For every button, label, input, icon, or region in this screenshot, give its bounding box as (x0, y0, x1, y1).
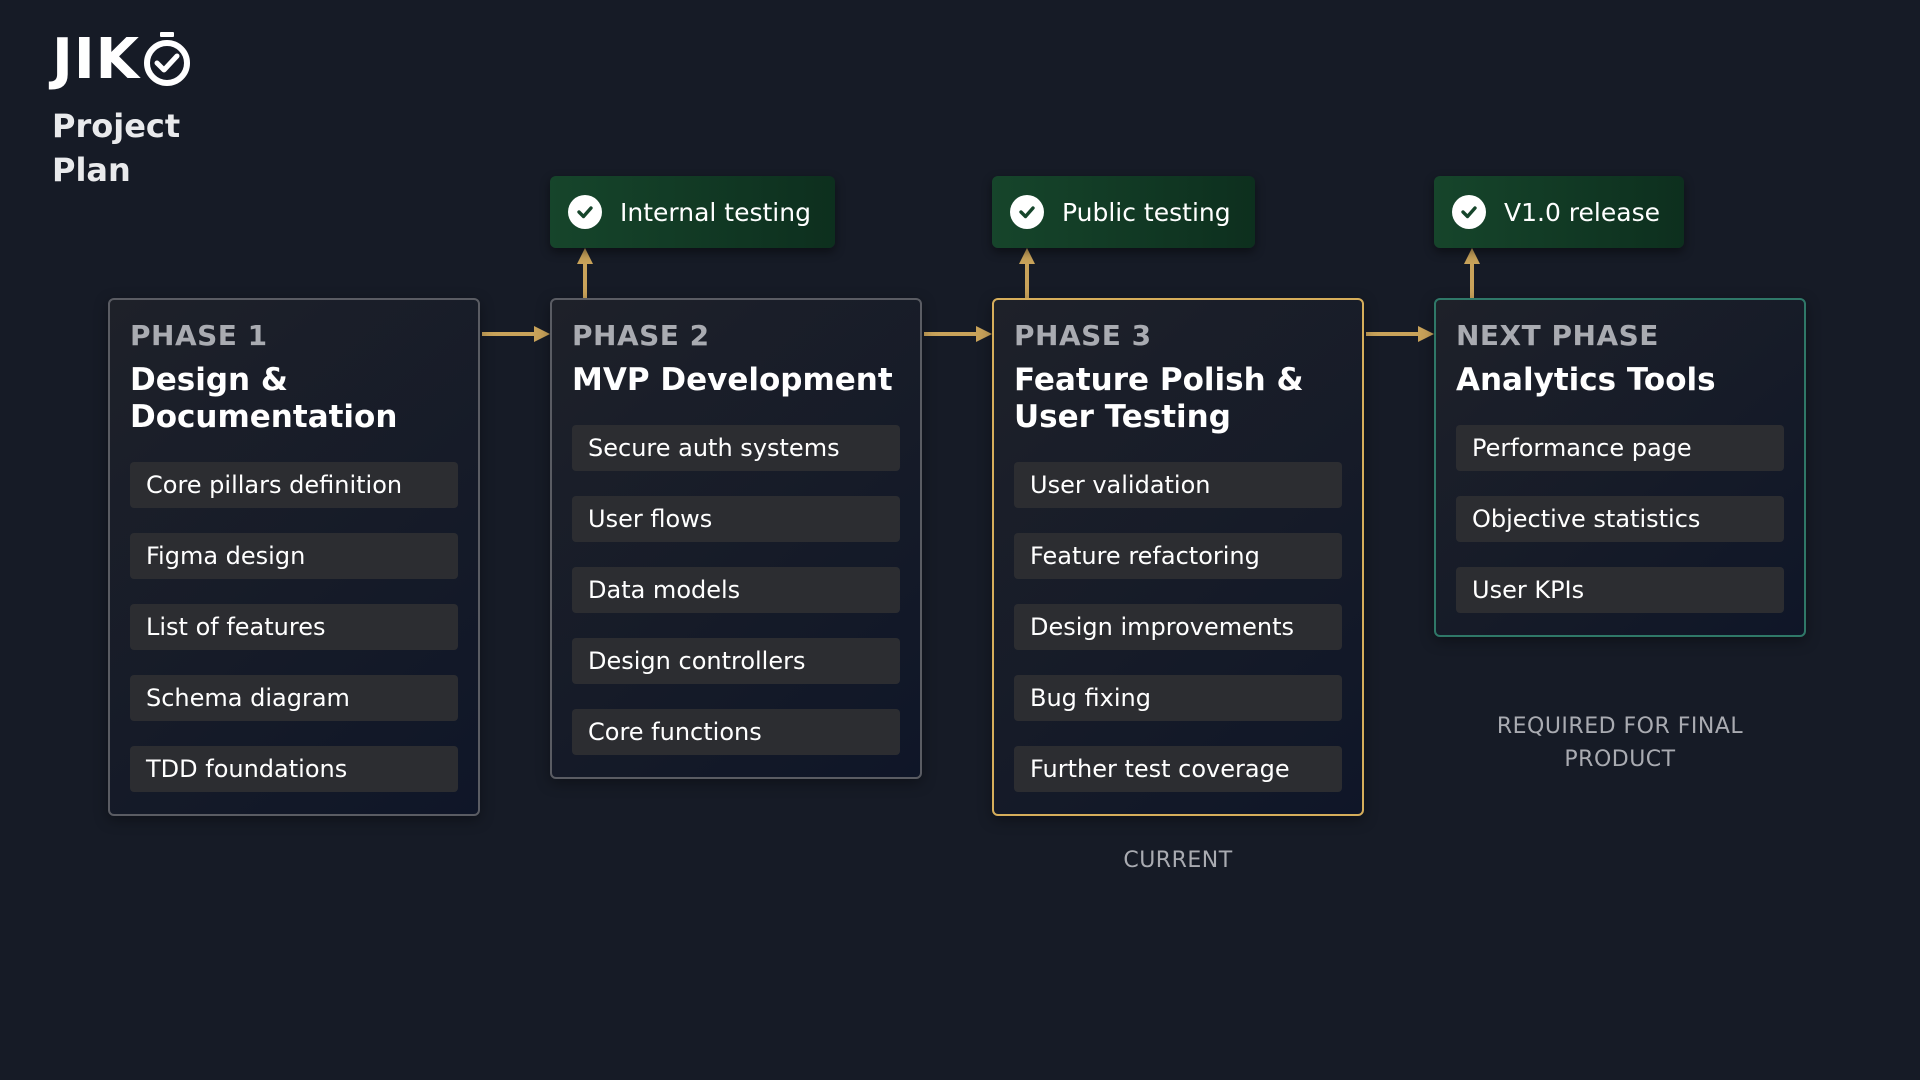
milestone-internal-testing: Internal testing (550, 176, 835, 248)
task-item: Core pillars definition (130, 462, 458, 508)
current-phase-note: CURRENT (1123, 848, 1233, 873)
phase-title: Analytics Tools (1456, 362, 1716, 398)
phase-title: Design & Documentation (130, 362, 398, 435)
task-item: Data models (572, 567, 900, 613)
task-item: TDD foundations (130, 746, 458, 792)
milestone-public-testing: Public testing (992, 176, 1255, 248)
task-item: User KPIs (1456, 567, 1784, 613)
task-item: Further test coverage (1014, 746, 1342, 792)
phase-kicker: PHASE 2 (572, 319, 710, 352)
check-circle-icon (568, 195, 602, 229)
check-circle-icon (1452, 195, 1486, 229)
task-item: Secure auth systems (572, 425, 900, 471)
task-item: List of features (130, 604, 458, 650)
milestone-v1-release: V1.0 release (1434, 176, 1684, 248)
task-item: Design improvements (1014, 604, 1342, 650)
phase-1-card: PHASE 1 Design & Documentation Core pill… (108, 298, 480, 816)
phase-title: Feature Polish & User Testing (1014, 362, 1304, 435)
check-circle-icon (1010, 195, 1044, 229)
milestone-label: Internal testing (620, 197, 811, 227)
task-item: Bug fixing (1014, 675, 1342, 721)
task-item: Core functions (572, 709, 900, 755)
task-item: Performance page (1456, 425, 1784, 471)
phase-kicker: NEXT PHASE (1456, 319, 1659, 352)
milestone-label: Public testing (1062, 197, 1231, 227)
next-phase-card: NEXT PHASE Analytics Tools Performance p… (1434, 298, 1806, 637)
task-item: Design controllers (572, 638, 900, 684)
phase-kicker: PHASE 3 (1014, 319, 1152, 352)
phase-title: MVP Development (572, 362, 893, 398)
task-item: Schema diagram (130, 675, 458, 721)
task-item: Objective statistics (1456, 496, 1784, 542)
milestone-label: V1.0 release (1504, 197, 1660, 227)
phase-kicker: PHASE 1 (130, 319, 268, 352)
required-note: REQUIRED FOR FINAL PRODUCT (1496, 714, 1744, 772)
task-item: Figma design (130, 533, 458, 579)
task-item: Feature refactoring (1014, 533, 1342, 579)
phase-3-card: PHASE 3 Feature Polish & User Testing Us… (992, 298, 1364, 816)
phase-2-card: PHASE 2 MVP Development Secure auth syst… (550, 298, 922, 779)
task-item: User flows (572, 496, 900, 542)
task-item: User validation (1014, 462, 1342, 508)
